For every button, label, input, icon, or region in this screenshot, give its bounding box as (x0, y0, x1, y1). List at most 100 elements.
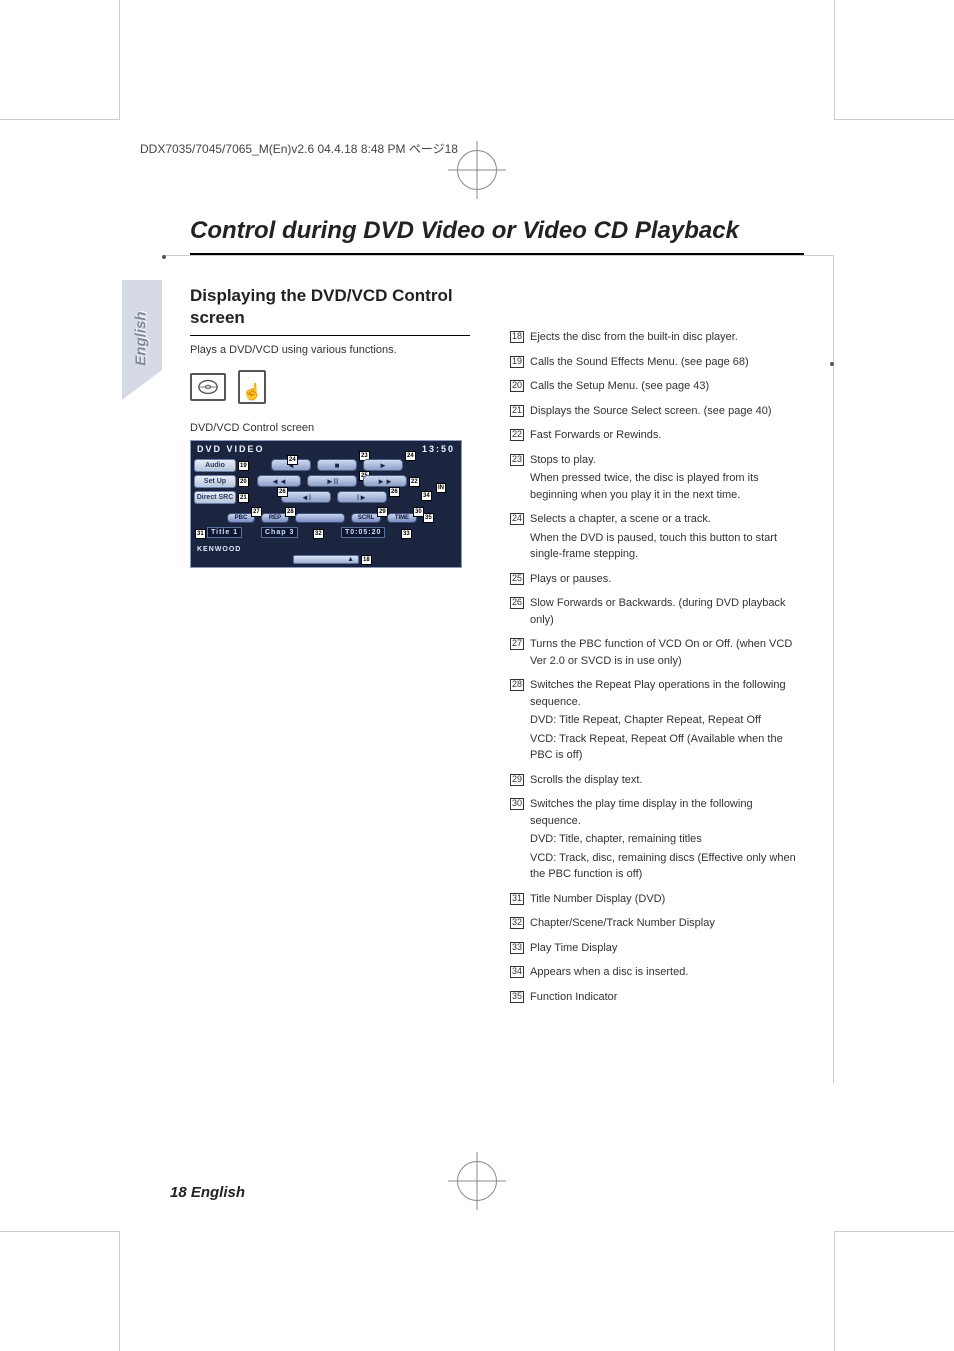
clock-label: 13:50 (422, 444, 455, 454)
description-item: 24 Selects a chapter, a scene or a track.… (510, 511, 804, 563)
mode-label: DVD VIDEO (197, 444, 265, 454)
language-label: English (133, 311, 150, 365)
callout-26b: 26 (389, 487, 400, 497)
description-text: Switches the play time display in the fo… (530, 796, 804, 883)
disc-icon (190, 373, 226, 401)
callout-number: 34 (510, 966, 524, 978)
touch-icon: ☝ (238, 370, 266, 404)
description-item: 34 Appears when a disc is inserted. (510, 964, 804, 981)
callout-number: 18 (510, 331, 524, 343)
description-item: 19 Calls the Sound Effects Menu. (see pag… (510, 354, 804, 371)
stop-button[interactable]: ■ (317, 459, 357, 471)
callout-18: 18 (361, 555, 372, 565)
language-tab: English (122, 280, 162, 400)
description-text: Plays or pauses. (530, 571, 804, 588)
description-item: 27 Turns the PBC function of VCD On or Of… (510, 636, 804, 669)
description-item: 25 Plays or pauses. (510, 571, 804, 588)
callout-number: 24 (510, 513, 524, 525)
callout-21: 21 (238, 493, 249, 503)
description-item: 26 Slow Forwards or Backwards. (during DV… (510, 595, 804, 628)
description-text: Turns the PBC function of VCD On or Off.… (530, 636, 804, 669)
description-text: Chapter/Scene/Track Number Display (530, 915, 804, 932)
callout-number: 27 (510, 638, 524, 650)
callout-number: 21 (510, 405, 524, 417)
callout-ind: IN (436, 483, 446, 493)
callout-number: 26 (510, 597, 524, 609)
print-header: DDX7035/7045/7065_M(En)v2.6 04.4.18 8:48… (140, 140, 804, 157)
description-text: Ejects the disc from the built-in disc p… (530, 329, 804, 346)
callout-number: 20 (510, 380, 524, 392)
callout-24a: 24 (287, 455, 298, 465)
callout-32: 32 (313, 529, 324, 539)
description-text: Slow Forwards or Backwards. (during DVD … (530, 595, 804, 628)
fastfwd-button[interactable]: ►► (363, 475, 407, 487)
slow-fwd-button[interactable]: I► (337, 491, 387, 503)
callout-number: 32 (510, 917, 524, 929)
callout-26a: 26 (277, 487, 288, 497)
section-intro: Plays a DVD/VCD using various functions. (190, 344, 470, 356)
chapter-display: Chap 3 (261, 527, 298, 538)
callout-31: 31 (195, 529, 206, 539)
description-subtext: DVD: Title, chapter, remaining titles (530, 831, 804, 848)
description-subtext: When pressed twice, the disc is played f… (530, 470, 804, 503)
callout-24b: 24 (405, 451, 416, 461)
description-text: Scrolls the display text. (530, 772, 804, 789)
description-item: 32 Chapter/Scene/Track Number Display (510, 915, 804, 932)
audio-button[interactable]: Audio (194, 459, 236, 472)
play-pause-button[interactable]: ►II (307, 475, 357, 487)
callout-number: 25 (510, 573, 524, 585)
description-text: Selects a chapter, a scene or a track.Wh… (530, 511, 804, 563)
description-text: Appears when a disc is inserted. (530, 964, 804, 981)
callout-34: 34 (421, 491, 432, 501)
description-item: 35 Function Indicator (510, 989, 804, 1006)
callout-number: 28 (510, 679, 524, 691)
description-item: 33 Play Time Display (510, 940, 804, 957)
description-list: 18 Ejects the disc from the built-in disc… (510, 329, 804, 1005)
description-item: 29 Scrolls the display text. (510, 772, 804, 789)
description-text: Displays the Source Select screen. (see … (530, 403, 804, 420)
description-text: Stops to play.When pressed twice, the di… (530, 452, 804, 504)
page-footer: 18 English (170, 1184, 245, 1201)
direct-src-button[interactable]: Direct SRC (194, 491, 236, 504)
description-item: 30 Switches the play time display in the … (510, 796, 804, 883)
screen-caption: DVD/VCD Control screen (190, 422, 470, 434)
playtime-display: T0:05:20 (341, 527, 385, 538)
description-text: Play Time Display (530, 940, 804, 957)
brand-label: KENWOOD (197, 546, 241, 553)
callout-19: 19 (238, 461, 249, 471)
description-text: Calls the Sound Effects Menu. (see page … (530, 354, 804, 371)
rewind-button[interactable]: ◄◄ (257, 475, 301, 487)
description-item: 23 Stops to play.When pressed twice, the … (510, 452, 804, 504)
callout-number: 35 (510, 991, 524, 1003)
callout-35: 35 (423, 513, 434, 523)
slow-back-button[interactable]: ◄I (281, 491, 331, 503)
description-subtext: DVD: Title Repeat, Chapter Repeat, Repea… (530, 712, 804, 729)
blank-pill[interactable] (295, 513, 345, 523)
dvd-control-screen: DVD VIDEO 13:50 Audio 19 Set Up 20 Direc… (190, 440, 462, 568)
description-subtext: VCD: Track, disc, remaining discs (Effec… (530, 850, 804, 883)
next-button[interactable]: ► (363, 459, 403, 471)
eject-button[interactable]: ▲ (293, 555, 359, 564)
callout-number: 33 (510, 942, 524, 954)
setup-button[interactable]: Set Up (194, 475, 236, 488)
description-subtext: When the DVD is paused, touch this butto… (530, 530, 804, 563)
section-heading: Displaying the DVD/VCD Control screen (190, 285, 470, 329)
description-item: 18 Ejects the disc from the built-in disc… (510, 329, 804, 346)
description-subtext: VCD: Track Repeat, Repeat Off (Available… (530, 731, 804, 764)
callout-number: 31 (510, 893, 524, 905)
description-item: 21 Displays the Source Select screen. (se… (510, 403, 804, 420)
description-item: 20 Calls the Setup Menu. (see page 43) (510, 378, 804, 395)
description-text: Function Indicator (530, 989, 804, 1006)
description-text: Switches the Repeat Play operations in t… (530, 677, 804, 764)
callout-number: 22 (510, 429, 524, 441)
callout-number: 19 (510, 356, 524, 368)
page-frame: DDX7035/7045/7065_M(En)v2.6 04.4.18 8:48… (120, 120, 834, 1231)
description-item: 22Fast Forwards or Rewinds. (510, 427, 804, 444)
description-item: 28 Switches the Repeat Play operations in… (510, 677, 804, 764)
callout-number: 29 (510, 774, 524, 786)
page-title: Control during DVD Video or Video CD Pla… (190, 217, 804, 245)
callout-number: 23 (510, 454, 524, 466)
description-text: Title Number Display (DVD) (530, 891, 804, 908)
description-text: Calls the Setup Menu. (see page 43) (530, 378, 804, 395)
callout-number: 30 (510, 798, 524, 810)
